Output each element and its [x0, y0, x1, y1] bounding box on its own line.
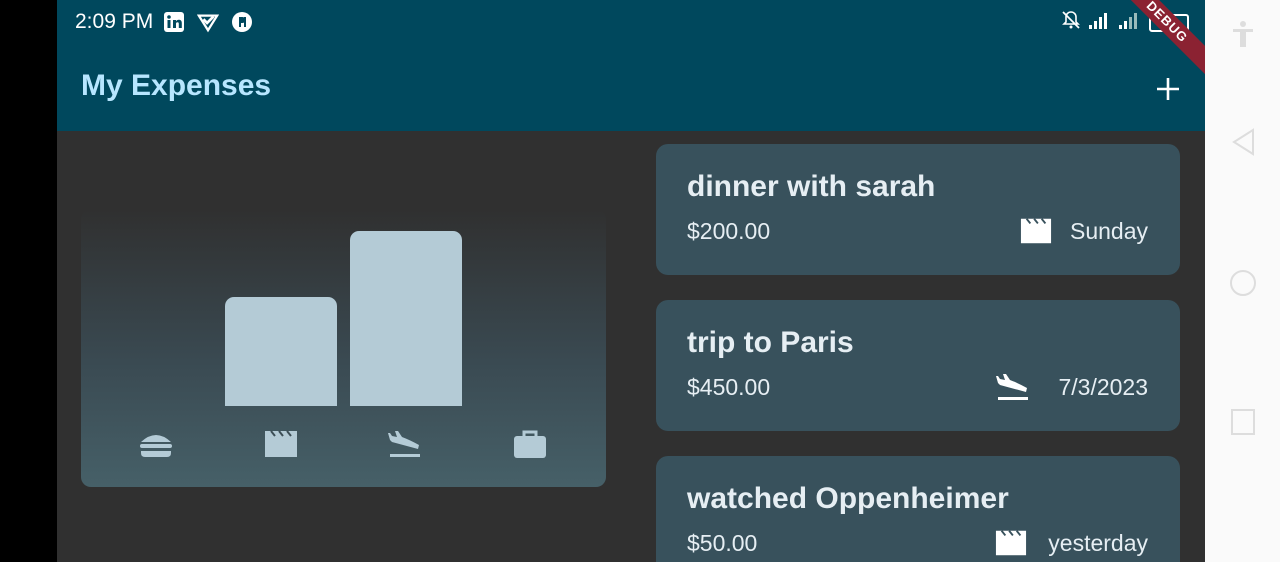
expense-amount: $50.00: [687, 530, 758, 556]
home-icon[interactable]: [1229, 269, 1257, 297]
plus-icon: [1157, 78, 1179, 100]
expense-chart: [81, 209, 606, 487]
linkedin-icon: [163, 11, 185, 33]
expense-item[interactable]: watched Oppenheimer $50.00 yesterday: [656, 456, 1180, 562]
chart-bar-leisure: [225, 297, 337, 406]
page-title: My Expenses: [81, 69, 272, 102]
chart-bars: [81, 209, 606, 406]
expense-date: yesterday: [1048, 530, 1148, 556]
movie-icon: [264, 429, 298, 459]
chart-bar-travel: [350, 231, 462, 406]
status-time: 2:09 PM: [75, 10, 154, 33]
add-expense-button[interactable]: [1151, 72, 1185, 106]
food-icon: [139, 429, 173, 459]
expense-amount: $450.00: [687, 374, 771, 400]
flight-icon: [996, 372, 1030, 402]
flight-icon: [388, 429, 422, 459]
movie-icon: [1019, 216, 1053, 246]
bell-off-icon: [1061, 10, 1081, 35]
expense-title: watched Oppenheimer: [687, 482, 1009, 515]
accessibility-icon[interactable]: [1229, 20, 1257, 48]
back-icon[interactable]: [1229, 128, 1257, 156]
expense-date: 7/3/2023: [1058, 374, 1148, 400]
app-bar: 2:09 PM 42 My Expen: [57, 0, 1205, 131]
expense-item[interactable]: trip to Paris $450.00 7/3/2023: [656, 300, 1180, 431]
app-window: 2:09 PM 42 My Expen: [57, 0, 1205, 562]
signal-icon: [1119, 11, 1141, 34]
expense-title: trip to Paris: [687, 326, 854, 359]
left-black-margin: [0, 0, 57, 562]
recents-icon[interactable]: [1229, 408, 1257, 436]
movie-icon: [994, 528, 1028, 558]
expense-item[interactable]: dinner with sarah $200.00 Sunday: [656, 144, 1180, 275]
work-icon: [513, 429, 547, 459]
signal-icon: [1089, 11, 1111, 34]
expense-title: dinner with sarah: [687, 170, 936, 203]
system-nav-bar: [1205, 0, 1280, 562]
expense-date: Sunday: [1069, 218, 1148, 244]
status-bar-left: 2:09 PM: [75, 9, 265, 35]
app-circle-icon: [231, 11, 253, 33]
check-badge-icon: [197, 11, 220, 33]
expense-amount: $200.00: [687, 218, 771, 244]
